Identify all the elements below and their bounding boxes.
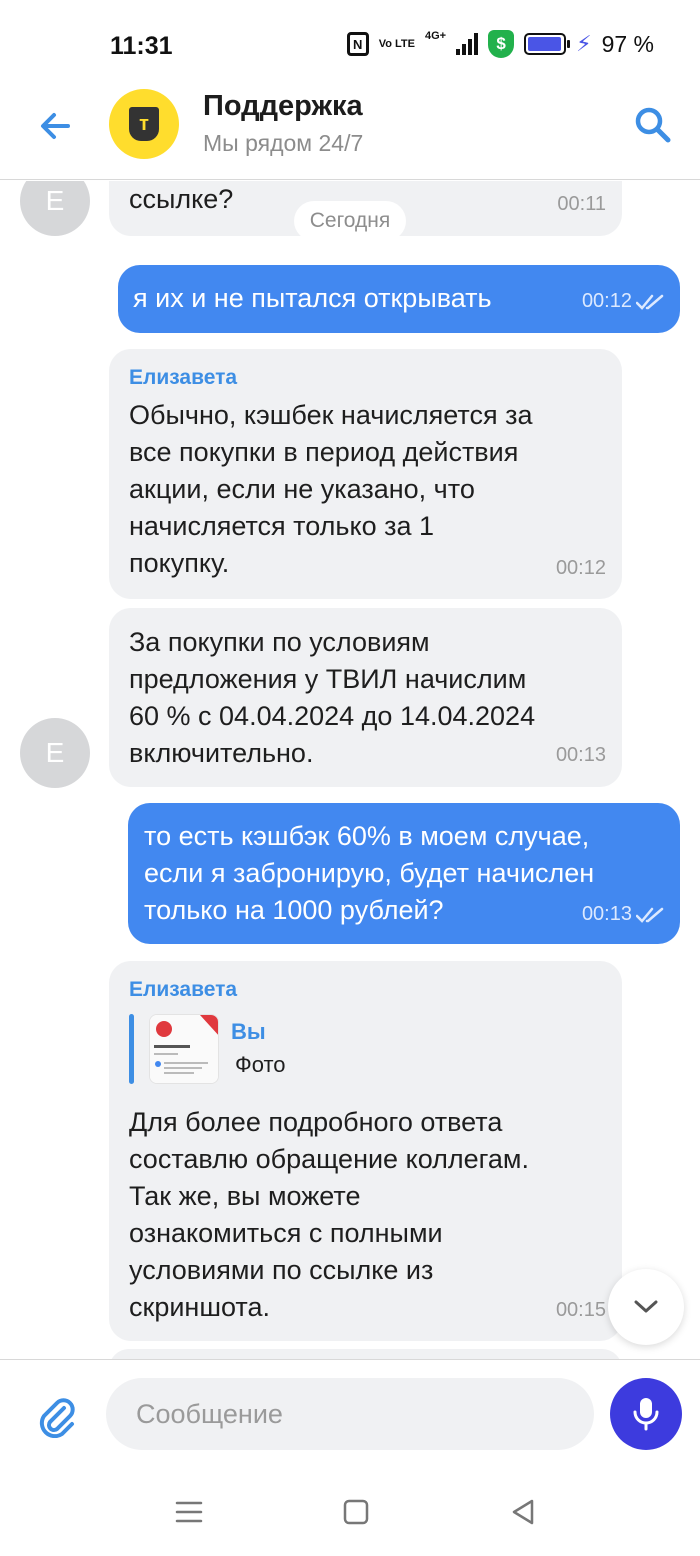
- status-bar: 11:31 N Vo LTE 4G+ $ ⚡ 97 %: [0, 0, 700, 88]
- message-time: 00:12: [555, 557, 606, 579]
- incoming-message[interactable]: За покупки по условиям предложения у ТВИ…: [109, 608, 622, 787]
- message-line: условиями по ссылке из: [129, 1255, 434, 1285]
- bank-logo-icon: т: [129, 107, 159, 141]
- message-input[interactable]: [106, 1378, 594, 1450]
- message-line: если я забронирую, будет начислен: [144, 858, 595, 888]
- sender-avatar[interactable]: Е: [20, 718, 90, 788]
- security-shield-icon: $: [488, 30, 515, 58]
- signal-icon: [456, 33, 479, 55]
- message-line: все покупки в период действия: [129, 437, 519, 467]
- message-composer: [0, 1359, 700, 1469]
- message-time: 00:13: [555, 744, 606, 766]
- paperclip-icon: [39, 1398, 75, 1439]
- recents-button[interactable]: [174, 1497, 204, 1527]
- home-button[interactable]: [341, 1497, 371, 1527]
- double-check-icon: [636, 294, 664, 310]
- chat-header: т Поддержка Мы рядом 24/7: [0, 88, 700, 180]
- message-line: начисляется только за 1: [129, 511, 435, 541]
- message-line: составлю обращение коллегам.: [129, 1144, 529, 1174]
- date-separator: Сегодня: [294, 201, 406, 241]
- message-line: Так же, вы можете: [129, 1181, 361, 1211]
- message-line: предложения у ТВИЛ начислим: [129, 664, 527, 694]
- sender-name: Елизавета: [129, 978, 238, 1001]
- attach-button[interactable]: [34, 1394, 78, 1439]
- reply-photo-thumbnail[interactable]: [149, 1014, 219, 1084]
- message-line: Обычно, кэшбек начисляется за: [129, 400, 533, 430]
- square-icon: [343, 1499, 369, 1525]
- message-list[interactable]: Е ссылке? 00:11 Сегодня я их и не пыталс…: [0, 181, 700, 1359]
- message-time: 00:12: [581, 290, 632, 312]
- support-avatar[interactable]: т: [109, 89, 179, 159]
- message-status: 00:12: [582, 290, 664, 313]
- message-text: За покупки по условиям предложения у ТВИ…: [129, 624, 535, 772]
- message-line: включительно.: [129, 738, 314, 768]
- network-type-icon: 4G+: [425, 30, 447, 42]
- microphone-icon: [633, 1398, 659, 1431]
- outgoing-message[interactable]: то есть кэшбэк 60% в моем случае, если я…: [128, 803, 680, 944]
- message-time: 00:11: [557, 193, 606, 215]
- charging-bolt-icon: ⚡: [576, 31, 592, 56]
- reply-author: Вы: [231, 1019, 266, 1044]
- system-nav-bar: [0, 1469, 700, 1556]
- message-line: 60 % с 04.04.2024 до 14.04.2024: [129, 701, 536, 731]
- back-button[interactable]: [34, 104, 78, 148]
- message-text: Для более подробного ответа составлю обр…: [129, 1104, 529, 1326]
- nfc-icon: N: [346, 32, 369, 56]
- scroll-down-button[interactable]: [608, 1269, 684, 1345]
- battery-fill: [528, 37, 562, 51]
- incoming-message[interactable]: Елизавета Обычно, кэшбек начисляется за …: [109, 349, 622, 599]
- message-line: акции, если не указано, что: [129, 474, 475, 504]
- search-icon: [635, 107, 671, 143]
- chat-title: Поддержка: [203, 90, 363, 122]
- status-icons: N Vo LTE 4G+ $ ⚡ 97 %: [346, 30, 654, 58]
- voice-message-button[interactable]: [610, 1378, 682, 1450]
- message-time: 00:15: [555, 1299, 606, 1321]
- double-check-icon: [636, 907, 664, 923]
- arrow-left-icon: [41, 113, 70, 139]
- battery-icon: [524, 33, 571, 55]
- search-button[interactable]: [632, 104, 674, 146]
- chat-subtitle: Мы рядом 24/7: [203, 130, 364, 156]
- chevron-down-icon: [634, 1300, 658, 1313]
- message-line: Для более подробного ответа: [129, 1107, 503, 1137]
- reply-indicator: [129, 1014, 134, 1084]
- incoming-message[interactable]: Елизавета Вы Фото Для более подробного о…: [109, 961, 622, 1341]
- sender-name: Елизавета: [129, 366, 238, 389]
- incoming-message-partial[interactable]: [109, 1349, 622, 1359]
- message-time: 00:13: [581, 903, 632, 925]
- message-line: скриншота.: [129, 1292, 270, 1322]
- status-time: 11:31: [110, 32, 173, 60]
- screenshot-thumbnail-icon: [150, 1015, 218, 1083]
- message-status: 00:13: [582, 903, 664, 926]
- message-line: то есть кэшбэк 60% в моем случае,: [144, 821, 590, 851]
- volte-icon: Vo LTE: [378, 37, 415, 50]
- sender-avatar[interactable]: Е: [20, 181, 90, 236]
- message-text: то есть кэшбэк 60% в моем случае, если я…: [144, 818, 594, 929]
- battery-percent: 97 %: [601, 30, 654, 57]
- message-text: Обычно, кэшбек начисляется за все покупк…: [129, 397, 532, 582]
- reply-text: Фото: [235, 1052, 286, 1077]
- system-back-button[interactable]: [508, 1497, 538, 1527]
- message-line: ознакомиться с полными: [129, 1218, 443, 1248]
- message-line: За покупки по условиям: [129, 627, 430, 657]
- outgoing-message[interactable]: я их и не пытался открывать 00:12: [118, 265, 680, 333]
- menu-lines-icon: [175, 1501, 203, 1523]
- message-text: ссылке?: [129, 184, 234, 214]
- message-line: только на 1000 рублей?: [144, 895, 444, 925]
- message-line: покупку.: [129, 548, 230, 578]
- message-text: я их и не пытался открывать: [133, 283, 492, 313]
- triangle-back-icon: [512, 1499, 534, 1525]
